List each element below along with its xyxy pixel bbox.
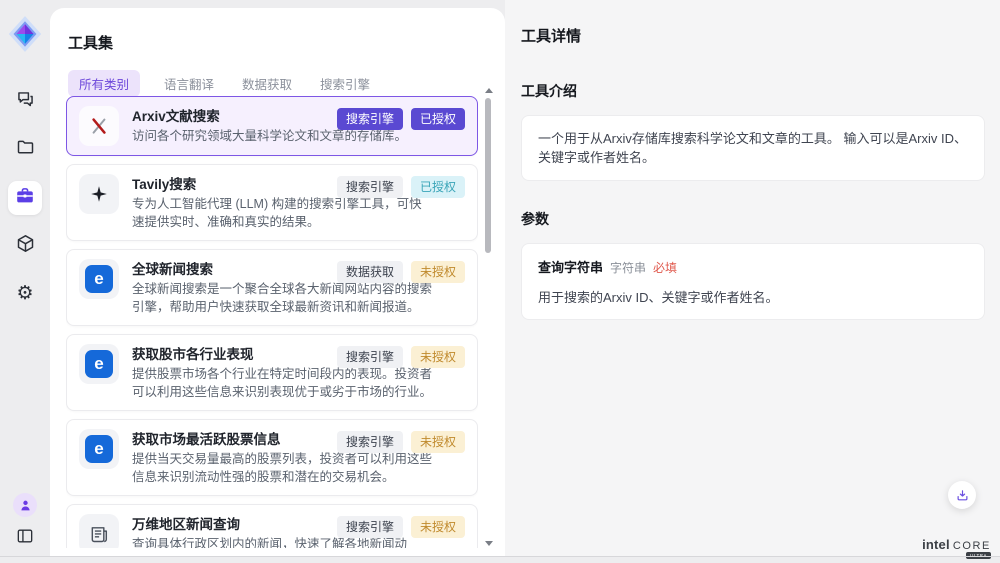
tool-description: 访问各个研究领域大量科学论文和文章的存储库。 bbox=[132, 128, 407, 146]
avatar[interactable] bbox=[13, 493, 37, 517]
sidebar-nav: ⚙ bbox=[8, 85, 42, 311]
param-required-badge: 必填 bbox=[653, 259, 677, 276]
toolset-panel: 工具集 所有类别语言翻译数据获取搜索引擎 Arxiv文献搜索 访问各个研究领域大… bbox=[50, 8, 505, 556]
tool-description: 提供股票市场各个行业在特定时间段内的表现。投资者可以利用这些信息来识别表现优于或… bbox=[132, 366, 434, 401]
intro-text: 一个用于从Arxiv存储库搜索科学论文和文章的工具。 输入可以是Arxiv ID… bbox=[538, 129, 968, 167]
intro-card: 一个用于从Arxiv存储库搜索科学论文和文章的工具。 输入可以是Arxiv ID… bbox=[521, 115, 985, 181]
sidebar-item-chat[interactable] bbox=[8, 85, 42, 119]
cube-icon bbox=[15, 233, 36, 259]
download-icon bbox=[955, 488, 970, 503]
core-wordmark: COREULTRA bbox=[953, 540, 991, 552]
newspaper-icon bbox=[79, 514, 119, 548]
window-bottom-divider bbox=[0, 556, 1000, 557]
sidebar-item-tools[interactable] bbox=[8, 181, 42, 215]
param-type: 字符串 bbox=[610, 259, 646, 276]
tool-detail-panel: 工具详情 工具介绍 一个用于从Arxiv存储库搜索科学论文和文章的工具。 输入可… bbox=[505, 0, 1000, 556]
tool-list: Arxiv文献搜索 访问各个研究领域大量科学论文和文章的存储库。 搜索引擎 已授… bbox=[66, 96, 478, 548]
tool-description: 专为人工智能代理 (LLM) 构建的搜索引擎工具，可快速提供实时、准确和真实的结… bbox=[132, 196, 434, 231]
param-name: 查询字符串 bbox=[538, 257, 603, 276]
auth-badge: 已授权 bbox=[411, 176, 465, 198]
category-tab[interactable]: 数据获取 bbox=[238, 70, 296, 97]
tool-card[interactable]: e 获取股市各行业表现 提供股票市场各个行业在特定时间段内的表现。投资者可以利用… bbox=[66, 334, 478, 411]
param-card: 查询字符串 字符串 必填 用于搜索的Arxiv ID、关键字或作者姓名。 bbox=[521, 243, 985, 320]
category-tabs: 所有类别语言翻译数据获取搜索引擎 bbox=[68, 70, 505, 97]
sidebar-item-files[interactable] bbox=[8, 133, 42, 167]
gear-icon: ⚙ bbox=[16, 284, 33, 304]
tavily-icon bbox=[79, 174, 119, 214]
arxiv-icon bbox=[79, 106, 119, 146]
sidebar-item-models[interactable] bbox=[8, 229, 42, 263]
list-scrollbar[interactable] bbox=[484, 88, 492, 546]
auth-badge: 已授权 bbox=[411, 108, 465, 130]
tool-description: 全球新闻搜索是一个聚合全球各大新闻网站内容的搜索引擎，帮助用户快速获取全球最新资… bbox=[132, 281, 434, 316]
category-badge: 搜索引擎 bbox=[337, 516, 403, 538]
tool-card[interactable]: Arxiv文献搜索 访问各个研究领域大量科学论文和文章的存储库。 搜索引擎 已授… bbox=[66, 96, 478, 156]
intel-core-logo: intel COREULTRA bbox=[922, 537, 991, 552]
tool-card[interactable]: Tavily搜索 专为人工智能代理 (LLM) 构建的搜索引擎工具，可快速提供实… bbox=[66, 164, 478, 241]
sidebar-item-settings[interactable]: ⚙ bbox=[8, 277, 42, 311]
auth-badge: 未授权 bbox=[411, 346, 465, 368]
auth-badge: 未授权 bbox=[411, 431, 465, 453]
folder-icon bbox=[15, 137, 36, 163]
collapse-sidebar-icon[interactable] bbox=[15, 526, 35, 551]
scrollbar-thumb[interactable] bbox=[485, 98, 491, 253]
app-logo-icon[interactable] bbox=[8, 15, 42, 53]
sidebar-bottom bbox=[13, 493, 37, 551]
tool-card[interactable]: e 全球新闻搜索 全球新闻搜索是一个聚合全球各大新闻网站内容的搜索引擎，帮助用户… bbox=[66, 249, 478, 326]
category-badge: 搜索引擎 bbox=[337, 346, 403, 368]
category-tab[interactable]: 搜索引擎 bbox=[316, 70, 374, 97]
auth-badge: 未授权 bbox=[411, 516, 465, 538]
auth-badge: 未授权 bbox=[411, 261, 465, 283]
user-icon bbox=[17, 497, 34, 514]
params-heading: 参数 bbox=[521, 209, 985, 229]
news-api-icon: e bbox=[79, 259, 119, 299]
intro-heading: 工具介绍 bbox=[521, 81, 985, 101]
news-api-icon: e bbox=[79, 344, 119, 384]
download-button[interactable] bbox=[948, 481, 976, 509]
scroll-up-arrow-icon[interactable] bbox=[485, 88, 493, 93]
scroll-down-arrow-icon[interactable] bbox=[485, 541, 493, 546]
category-tab[interactable]: 所有类别 bbox=[68, 70, 140, 97]
news-api-icon: e bbox=[79, 429, 119, 469]
detail-title: 工具详情 bbox=[521, 25, 985, 46]
tool-card[interactable]: e 获取市场最活跃股票信息 提供当天交易量最高的股票列表，投资者可以利用这些信息… bbox=[66, 419, 478, 496]
tool-description: 提供当天交易量最高的股票列表，投资者可以利用这些信息来识别流动性强的股票和潜在的… bbox=[132, 451, 434, 486]
category-badge: 搜索引擎 bbox=[337, 176, 403, 198]
category-badge: 搜索引擎 bbox=[337, 108, 403, 130]
category-badge: 数据获取 bbox=[337, 261, 403, 283]
category-badge: 搜索引擎 bbox=[337, 431, 403, 453]
tool-card[interactable]: 万维地区新闻查询 查询具体行政区划内的新闻，快速了解各地新闻动 搜索引擎 未授权 bbox=[66, 504, 478, 548]
param-description: 用于搜索的Arxiv ID、关键字或作者姓名。 bbox=[538, 287, 968, 306]
category-tab[interactable]: 语言翻译 bbox=[160, 70, 218, 97]
app-window: ⚙ 工具集 所有类别语言翻译数据获取搜索引擎 Arxiv文献搜索 访问各个研究领… bbox=[0, 0, 1000, 563]
intel-wordmark: intel bbox=[922, 537, 950, 552]
briefcase-icon bbox=[14, 185, 36, 212]
chat-icon bbox=[15, 89, 36, 115]
sidebar: ⚙ bbox=[0, 0, 50, 563]
page-title: 工具集 bbox=[68, 32, 505, 53]
